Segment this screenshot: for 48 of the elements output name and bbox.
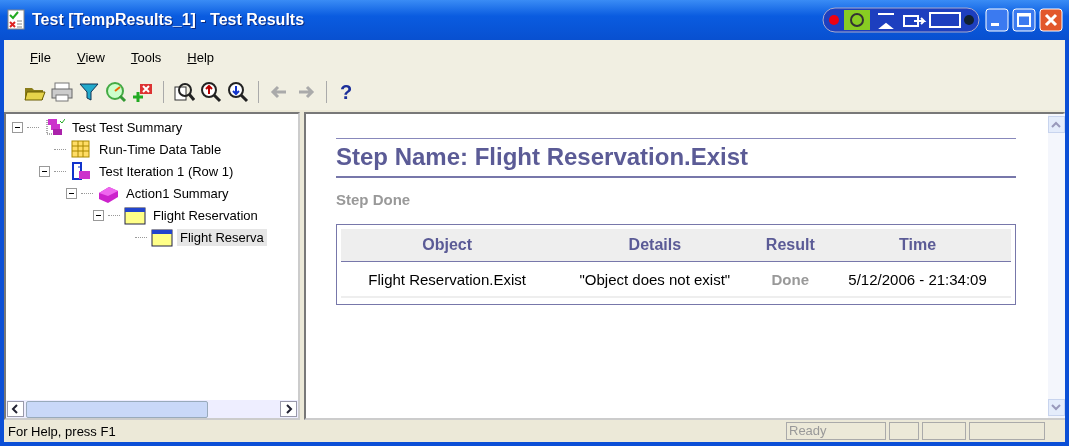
- page-blocks-icon: [70, 161, 92, 181]
- tree-item[interactable]: Test Iteration 1 (Row 1): [96, 162, 237, 180]
- collapse-toggle[interactable]: [93, 209, 104, 221]
- window-icon: [124, 205, 146, 225]
- table-cell: Done: [756, 262, 825, 298]
- table-cell: "Object does not exist": [553, 262, 757, 298]
- status-message: For Help, press F1: [7, 423, 117, 439]
- menu-item[interactable]: Help: [185, 47, 217, 67]
- tree-item[interactable]: Action1 Summary: [123, 184, 232, 202]
- table-cell: 5/12/2006 - 21:34:09: [824, 262, 1011, 298]
- tree-item[interactable]: Flight Reserva: [177, 228, 267, 246]
- magnifier-icon[interactable]: [105, 81, 127, 103]
- status-pane: [889, 422, 919, 440]
- filter-icon[interactable]: [78, 81, 100, 103]
- tree-item[interactable]: Test Test Summary: [69, 118, 186, 136]
- help-button[interactable]: ?: [336, 80, 357, 104]
- horizontal-scrollbar[interactable]: [6, 400, 298, 418]
- printer-icon[interactable]: [51, 81, 73, 103]
- column-header: Time: [824, 229, 1011, 262]
- zoom-up-icon[interactable]: [200, 81, 222, 103]
- zoom-down-icon[interactable]: [227, 81, 249, 103]
- window-icon: [151, 227, 173, 247]
- column-header: Object: [341, 229, 554, 262]
- table-cell: Flight Reservation.Exist: [341, 262, 554, 298]
- close-icon[interactable]: [1039, 8, 1063, 32]
- status-pane: [922, 422, 966, 440]
- step-status: Step Done: [336, 191, 412, 208]
- collapse-toggle[interactable]: [66, 187, 77, 199]
- add-remove-icon[interactable]: [132, 81, 154, 103]
- step-heading: Step Name: Flight Reservation.Exist: [336, 139, 1016, 178]
- scrollbar-thumb[interactable]: [26, 400, 208, 418]
- collapse-toggle[interactable]: [12, 121, 23, 133]
- column-header: Result: [756, 229, 825, 262]
- document-icon: [6, 9, 26, 31]
- grid-icon: [70, 139, 92, 159]
- maximize-icon[interactable]: [1012, 8, 1036, 32]
- collapse-toggle[interactable]: [39, 165, 50, 177]
- status-pane: Ready: [786, 422, 886, 440]
- tree-item[interactable]: Run-Time Data Table: [96, 140, 225, 158]
- blocks-icon: [43, 117, 65, 137]
- menu-item[interactable]: File: [28, 47, 53, 67]
- minimize-icon[interactable]: [985, 8, 1009, 32]
- tree-item[interactable]: Flight Reservation: [150, 206, 261, 224]
- menu-item[interactable]: Tools: [128, 47, 164, 67]
- menu-item[interactable]: View: [74, 47, 107, 67]
- window-title: Test [TempResults_1] - Test Results: [32, 11, 306, 29]
- column-header: Details: [553, 229, 757, 262]
- find-icon[interactable]: [173, 81, 195, 103]
